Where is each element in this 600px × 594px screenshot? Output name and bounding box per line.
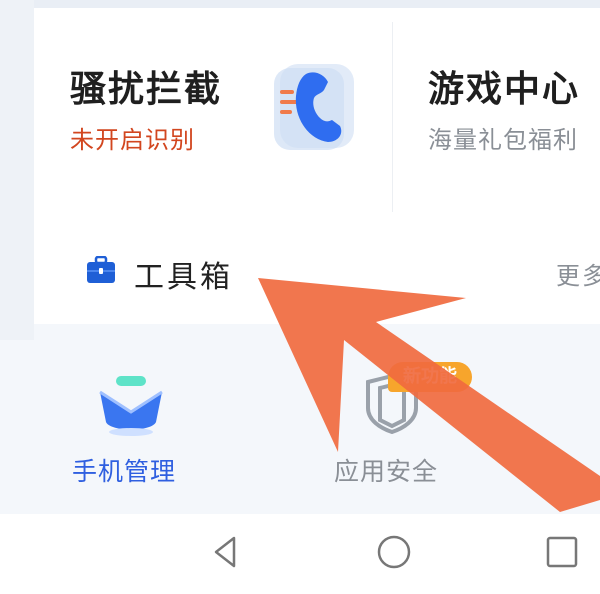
more-link[interactable]: 更多 xyxy=(556,256,600,291)
card-subtitle: 未开启识别 xyxy=(70,126,195,154)
nav-label: 应用安全 xyxy=(334,457,439,486)
card-harassment-block[interactable]: 骚扰拦截 未开启识别 xyxy=(34,8,392,214)
left-gutter xyxy=(0,0,34,340)
card-title: 游戏中心 xyxy=(428,69,581,110)
toolbox-label: 工具箱 xyxy=(134,260,233,295)
recents-icon[interactable] xyxy=(542,532,582,572)
card-subtitle: 海量礼包福利 xyxy=(428,126,578,154)
nav-item-phone-manage[interactable]: 手机管理 xyxy=(60,370,200,490)
nav-label: 手机管理 xyxy=(72,457,177,486)
back-icon[interactable] xyxy=(206,532,246,572)
new-feature-badge: 新功能 xyxy=(388,362,472,392)
phone-shield-icon xyxy=(274,64,354,150)
system-nav-bar xyxy=(0,514,600,594)
card-game-center[interactable]: 游戏中心 海量礼包福利 xyxy=(393,8,600,214)
home-icon[interactable] xyxy=(374,532,414,572)
toolbox-row[interactable]: 工具箱 更多 xyxy=(34,214,600,324)
top-strip xyxy=(0,0,600,8)
feature-cards: 骚扰拦截 未开启识别 游戏中心 海量礼包福利 xyxy=(34,8,600,215)
phone-manage-icon xyxy=(99,376,163,436)
toolbox-icon xyxy=(87,256,115,283)
card-title: 骚扰拦截 xyxy=(70,69,223,110)
